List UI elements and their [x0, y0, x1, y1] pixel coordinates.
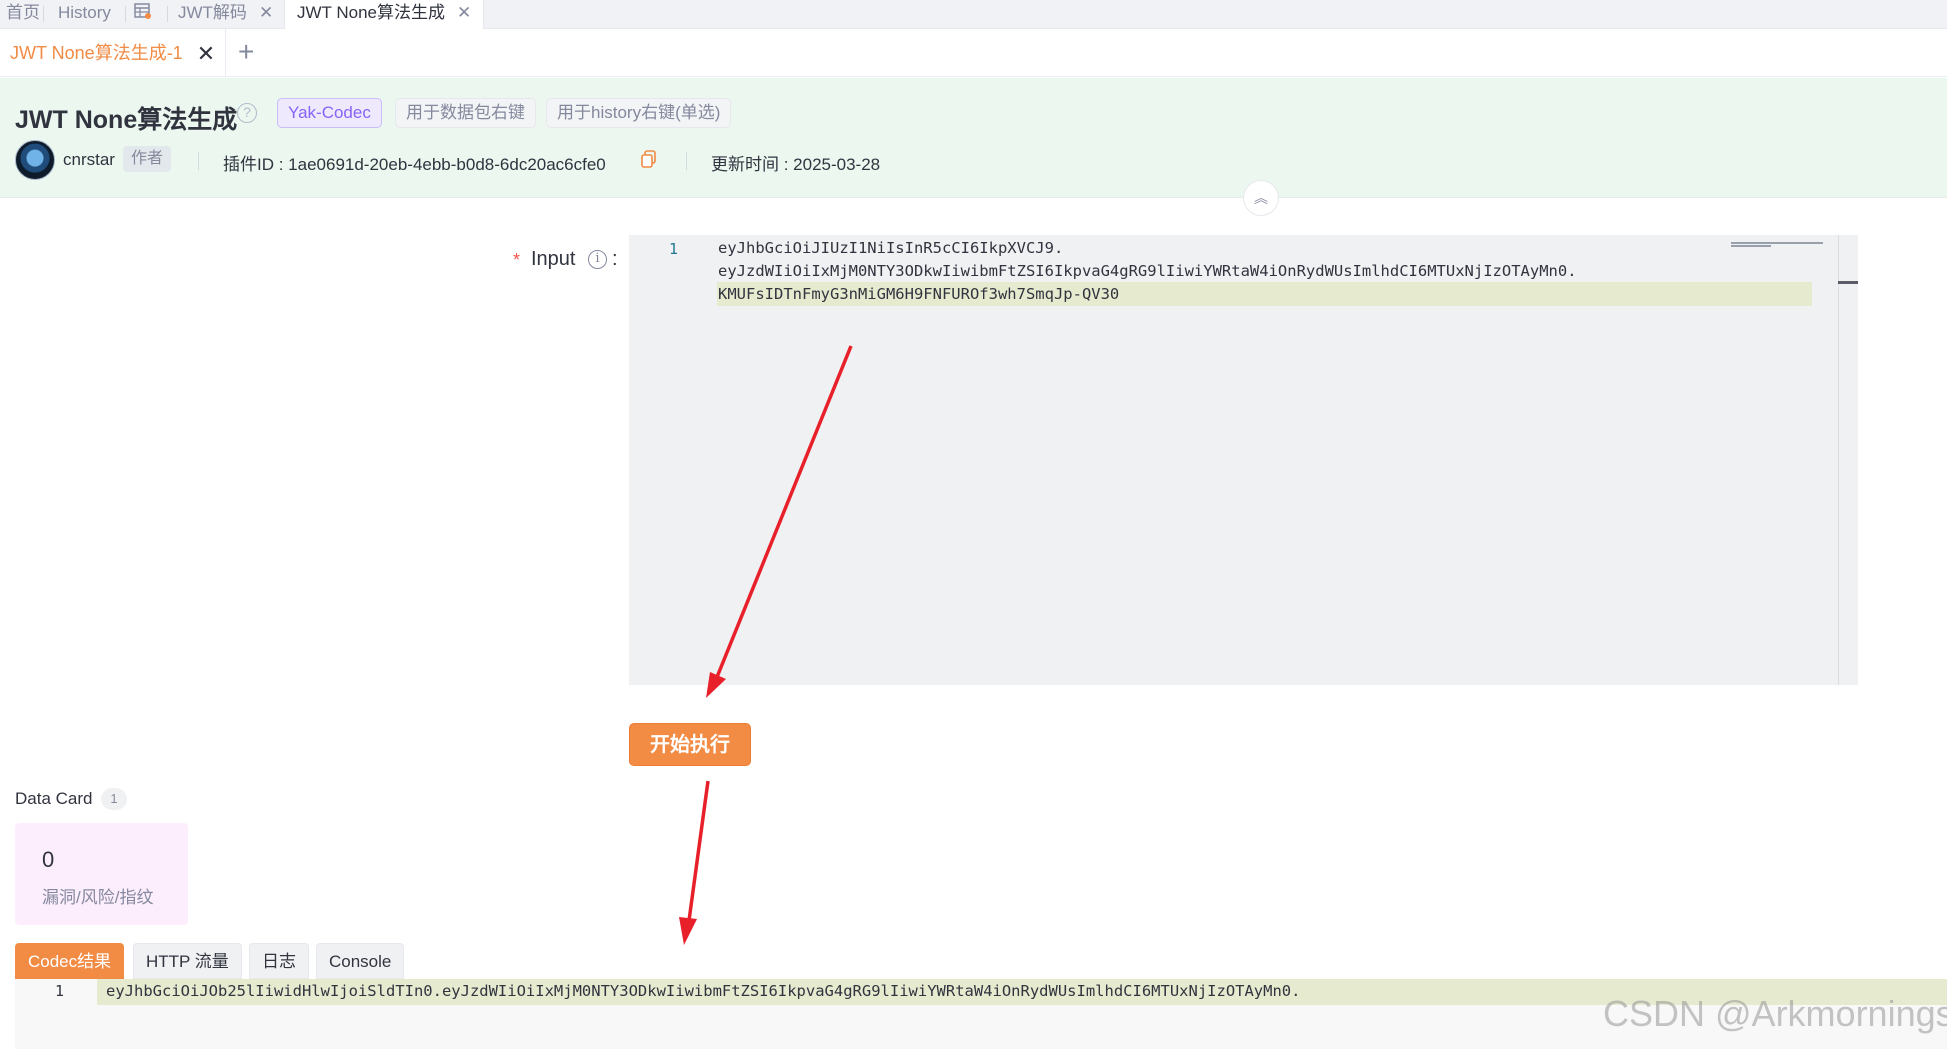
tab-http-traffic[interactable]: HTTP 流量: [133, 943, 242, 979]
risk-count: 0: [42, 847, 55, 872]
run-button[interactable]: 开始执行: [629, 723, 751, 766]
tab-jwt-decode-label: JWT解码: [178, 3, 247, 22]
top-tab-bar: 首页 History JWT解码 ✕ JWT None算法生成 ✕: [0, 0, 1947, 29]
risk-label: 漏洞/风险/指纹: [42, 888, 154, 907]
add-tab-icon[interactable]: +: [238, 37, 254, 67]
tab-jwt-decode[interactable]: JWT解码 ✕: [178, 0, 273, 29]
sub-tab-bar: JWT None算法生成-1 ✕ +: [0, 29, 1947, 77]
divider: [198, 152, 199, 170]
editor-line: eyJzdWIiOiIxMjM0NTY3ODkwIiwibmFtZSI6Ikpv…: [718, 262, 1577, 280]
watermark: CSDN @Arkmornings: [1603, 993, 1947, 1034]
editor-minimap[interactable]: [1731, 235, 1826, 247]
sub-tab-active[interactable]: JWT None算法生成-1 ✕: [0, 29, 227, 77]
tab-log[interactable]: 日志: [249, 943, 309, 979]
avatar: [15, 140, 55, 180]
tab-codec-result[interactable]: Codec结果: [15, 943, 125, 979]
copy-icon[interactable]: [641, 150, 657, 168]
input-editor[interactable]: 1 eyJhbGciOiJIUzI1NiIsInR5cCI6IkpXVCJ9. …: [629, 235, 1858, 685]
editor-line: KMUFsIDTnFmyG3nMiGM6H9FNFUROf3wh7SmqJp-Q…: [718, 285, 1120, 303]
data-card-count: 1: [101, 788, 127, 810]
plugin-header: JWT None算法生成 ? Yak-Codec 用于数据包右键 用于histo…: [0, 78, 1947, 198]
tab-divider: [125, 6, 126, 22]
tab-jwt-none[interactable]: JWT None算法生成 ✕: [284, 0, 485, 29]
close-icon[interactable]: ✕: [259, 3, 273, 22]
risk-card[interactable]: 0 漏洞/风险/指纹: [15, 823, 188, 925]
help-icon[interactable]: ?: [237, 103, 257, 123]
arrow-line: [686, 780, 710, 929]
line-number: 1: [669, 240, 679, 258]
updated-time: 更新时间 : 2025-03-28: [711, 155, 881, 174]
editor-line: eyJhbGciOiJIUzI1NiIsInR5cCI6IkpXVCJ9.: [718, 239, 1064, 257]
tab-jwt-none-label: JWT None算法生成: [297, 3, 445, 22]
tab-history[interactable]: History: [58, 0, 111, 29]
editor-scrollbar[interactable]: [1838, 235, 1858, 685]
tag-yak-codec: Yak-Codec: [277, 98, 382, 128]
tag-history-context: 用于history右键(单选): [546, 98, 732, 128]
scroll-position-marker: [1838, 281, 1858, 284]
author-badge: 作者: [123, 146, 172, 172]
tab-home[interactable]: 首页: [6, 0, 40, 29]
tab-divider: [167, 6, 168, 22]
plugin-title: JWT None算法生成: [15, 106, 238, 134]
line-number: 1: [55, 982, 65, 1000]
required-mark: *: [513, 250, 521, 270]
author-name: cnrstar: [63, 150, 115, 169]
close-icon[interactable]: ✕: [457, 3, 471, 22]
data-card-title: Data Card: [15, 789, 93, 808]
tab-console[interactable]: Console: [316, 943, 405, 979]
sub-tab-label: JWT None算法生成-1: [10, 43, 183, 63]
label-colon: :: [612, 248, 618, 270]
divider: [686, 152, 687, 170]
table-icon[interactable]: [134, 2, 152, 31]
input-label: Input: [531, 248, 576, 270]
close-icon[interactable]: ✕: [197, 41, 215, 66]
collapse-up-icon[interactable]: ︽: [1243, 180, 1279, 216]
info-icon[interactable]: i: [588, 250, 607, 269]
result-line: eyJhbGciOiJOb25lIiwidHlwIjoiSldTIn0.eyJz…: [106, 982, 1301, 1000]
arrow-head: [679, 917, 697, 945]
tab-divider: [43, 6, 44, 22]
tag-packet-context: 用于数据包右键: [395, 98, 536, 128]
plugin-id: 插件ID : 1ae0691d-20eb-4ebb-b0d8-6dc20ac6c…: [223, 155, 606, 174]
